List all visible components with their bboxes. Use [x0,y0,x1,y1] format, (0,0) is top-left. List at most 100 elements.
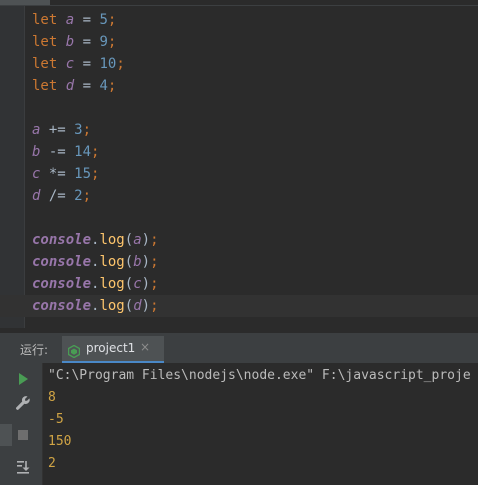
output-line: -5 [48,412,64,427]
code-line[interactable]: let d = 4; [0,75,478,97]
code-variable: d [133,298,142,314]
code-number: 14 [74,144,92,160]
code-line[interactable]: console.log(d); [0,295,478,317]
code-object: console [32,232,92,248]
code-line-text: b -= 14; [32,141,99,163]
code-operator: = [82,56,92,72]
code-semicolon: ; [107,78,117,94]
code-variable: d [32,188,41,204]
code-operator: += [48,122,66,138]
code-object: console [32,254,92,270]
code-punct: ) [141,232,151,248]
code-keyword: let [32,56,58,72]
code-number: 15 [74,166,92,182]
code-function: log [99,232,125,248]
code-variable: c [133,276,142,292]
code-line[interactable]: let c = 10; [0,53,478,75]
code-number: 2 [74,188,83,204]
nodejs-icon [67,343,81,362]
code-variable: b [32,144,41,160]
stop-icon[interactable] [14,426,32,444]
code-number: 3 [74,122,83,138]
code-punct: ( [124,254,134,270]
code-object: console [32,276,92,292]
code-number: 9 [99,34,108,50]
code-line-text: d /= 2; [32,185,91,207]
code-operator: = [82,34,92,50]
code-semicolon: ; [107,34,117,50]
code-semicolon: ; [150,298,159,314]
code-operator: = [82,78,92,94]
output-line: 8 [48,390,56,405]
code-keyword: let [32,34,58,50]
tab-bar-divider [0,5,478,6]
code-number: 4 [99,78,108,94]
code-punct: ) [141,276,151,292]
code-punct: ( [124,232,134,248]
code-number: 5 [99,12,108,28]
code-line-text: c *= 15; [32,163,99,185]
code-variable: a [133,232,142,248]
code-line[interactable]: let a = 5; [0,9,478,31]
code-variable: b [133,254,142,270]
code-semicolon: ; [91,144,100,160]
code-line[interactable]: b -= 14; [0,141,478,163]
side-panel-handle[interactable] [0,424,12,446]
code-semicolon: ; [150,276,159,292]
code-line-text: console.log(b); [32,251,159,273]
code-function: log [99,276,125,292]
code-variable: d [65,78,75,94]
code-operator: *= [48,166,66,182]
code-line-text: console.log(d); [32,295,159,317]
code-line-text: console.log(a); [32,229,159,251]
code-line[interactable]: let b = 9; [0,31,478,53]
code-line-text: let d = 4; [32,75,116,97]
code-semicolon: ; [150,232,159,248]
code-semicolon: ; [107,12,117,28]
code-line[interactable]: console.log(c); [0,273,478,295]
code-line-text: console.log(c); [32,273,159,295]
code-line[interactable]: console.log(b); [0,251,478,273]
code-line-text: let a = 5; [32,9,116,31]
close-icon[interactable]: × [140,340,150,354]
code-number: 10 [99,56,117,72]
code-semicolon: ; [82,188,92,204]
blank-code-line[interactable] [0,207,478,229]
code-operator: = [82,12,92,28]
code-line[interactable]: console.log(a); [0,229,478,251]
code-semicolon: ; [150,254,159,270]
code-variable: c [65,56,75,72]
run-label: 运行: [20,343,49,357]
code-keyword: let [32,78,58,94]
code-semicolon: ; [82,122,92,138]
toolbar-divider [42,363,43,485]
code-operator: /= [48,188,66,204]
code-function: log [99,298,125,314]
code-line[interactable]: c *= 15; [0,163,478,185]
code-punct: ( [124,276,134,292]
output-line: 150 [48,434,72,449]
wrench-icon[interactable] [14,394,32,412]
run-command-line: "C:\Program Files\nodejs\node.exe" F:\ja… [48,368,471,383]
code-line-text: a += 3; [32,119,91,141]
code-function: log [99,254,125,270]
run-tab-label: project1 [86,341,136,355]
code-line[interactable]: d /= 2; [0,185,478,207]
code-variable: a [32,122,41,138]
code-punct: ) [141,254,151,270]
code-punct: ) [141,298,151,314]
blank-code-line[interactable] [0,97,478,119]
scroll-to-end-icon[interactable] [14,458,32,476]
code-operator: -= [48,144,66,160]
code-editor[interactable]: let a = 5; let b = 9; let c = 10; let d = 4… [0,0,478,328]
code-keyword: let [32,12,58,28]
code-line-text: let c = 10; [32,53,125,75]
code-variable: c [32,166,41,182]
code-line-text: let b = 9; [32,31,116,53]
code-semicolon: ; [116,56,125,72]
code-semicolon: ; [91,166,100,182]
code-line[interactable]: a += 3; [0,119,478,141]
code-punct: ( [124,298,134,314]
play-icon[interactable] [14,370,32,388]
code-variable: b [65,34,75,50]
